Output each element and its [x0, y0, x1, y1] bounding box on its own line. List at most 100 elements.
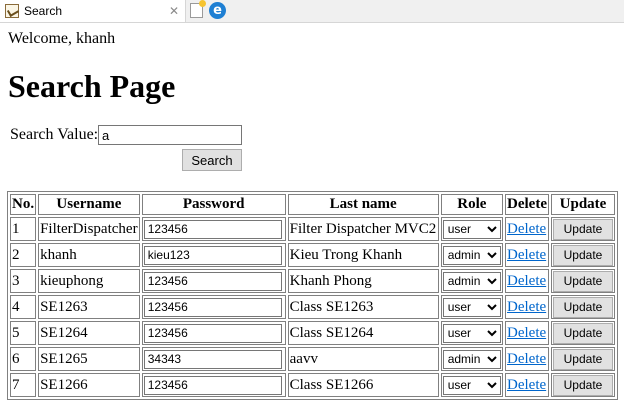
cell-delete: Delete	[505, 243, 549, 267]
cell-role: user	[440, 373, 504, 397]
header-username: Username	[38, 194, 140, 215]
search-value-input[interactable]	[98, 125, 242, 145]
cell-role: user	[440, 321, 504, 345]
close-tab-icon[interactable]: ✕	[167, 4, 181, 18]
cell-lastname: Class SE1263	[287, 295, 439, 319]
cell-lastname: Filter Dispatcher MVC2	[287, 217, 439, 241]
cell-username: kieuphong	[38, 269, 140, 293]
cell-password	[141, 347, 286, 371]
delete-link[interactable]: Delete	[507, 247, 546, 263]
cell-role: admin	[440, 347, 504, 371]
password-input[interactable]	[143, 297, 282, 317]
cell-no: 4	[10, 295, 37, 319]
header-lastname: Last name	[287, 194, 439, 215]
cell-no: 1	[10, 217, 37, 241]
cell-lastname: Class SE1264	[287, 321, 439, 345]
delete-link[interactable]: Delete	[507, 299, 546, 315]
cell-delete: Delete	[505, 269, 549, 293]
cell-username: SE1264	[38, 321, 140, 345]
delete-link[interactable]: Delete	[507, 273, 546, 289]
cell-no: 5	[10, 321, 37, 345]
cell-role: user	[440, 295, 504, 319]
password-input[interactable]	[143, 323, 282, 343]
header-no: No.	[10, 194, 37, 215]
cell-no: 2	[10, 243, 37, 267]
password-input[interactable]	[143, 245, 282, 265]
update-button[interactable]: Update	[552, 374, 613, 396]
cell-no: 7	[10, 373, 37, 397]
cell-username: khanh	[38, 243, 140, 267]
cell-delete: Delete	[505, 295, 549, 319]
delete-link[interactable]: Delete	[507, 325, 546, 341]
cell-role: admin	[440, 243, 504, 267]
cell-update: Update	[550, 295, 615, 319]
new-tab-icon[interactable]	[190, 0, 206, 18]
cell-delete: Delete	[505, 373, 549, 397]
role-select[interactable]: admin	[442, 271, 501, 291]
header-delete: Delete	[505, 194, 549, 215]
cell-update: Update	[550, 321, 615, 345]
role-select[interactable]: admin	[442, 245, 501, 265]
cell-username: SE1263	[38, 295, 140, 319]
cell-delete: Delete	[505, 347, 549, 371]
delete-link[interactable]: Delete	[507, 221, 546, 237]
cell-password	[141, 321, 286, 345]
role-select[interactable]: user	[442, 297, 501, 317]
delete-link[interactable]: Delete	[507, 351, 546, 367]
table-row: 7 SE1266 Class SE1266 user Delete Update	[10, 373, 615, 397]
cell-username: SE1265	[38, 347, 140, 371]
header-password: Password	[141, 194, 286, 215]
cell-delete: Delete	[505, 321, 549, 345]
search-button[interactable]: Search	[182, 149, 242, 171]
role-select[interactable]: admin	[442, 349, 501, 369]
update-button[interactable]: Update	[552, 296, 613, 318]
cell-update: Update	[550, 347, 615, 371]
cell-update: Update	[550, 373, 615, 397]
cell-username: SE1266	[38, 373, 140, 397]
update-button[interactable]: Update	[552, 348, 613, 370]
table-header-row: No. Username Password Last name Role Del…	[10, 194, 615, 215]
welcome-message: Welcome, khanh	[8, 30, 116, 47]
cell-no: 6	[10, 347, 37, 371]
table-row: 4 SE1263 Class SE1263 user Delete Update	[10, 295, 615, 319]
tab-title: Search	[24, 4, 63, 18]
browser-tab-search[interactable]: Search ✕	[0, 0, 186, 22]
update-button[interactable]: Update	[552, 322, 613, 344]
header-role: Role	[440, 194, 504, 215]
cell-password	[141, 295, 286, 319]
search-value-label: Search Value:	[10, 126, 99, 143]
cell-lastname: Kieu Trong Khanh	[287, 243, 439, 267]
role-select[interactable]: user	[442, 219, 501, 239]
cell-no: 3	[10, 269, 37, 293]
users-table: No. Username Password Last name Role Del…	[7, 191, 618, 400]
header-update: Update	[550, 194, 615, 215]
cell-password	[141, 243, 286, 267]
browser-tab-bar: Search ✕ e	[0, 0, 624, 23]
cell-password	[141, 269, 286, 293]
password-input[interactable]	[143, 271, 282, 291]
password-input[interactable]	[143, 349, 282, 369]
cell-password	[141, 217, 286, 241]
cell-role: admin	[440, 269, 504, 293]
table-row: 2 khanh Kieu Trong Khanh admin Delete Up…	[10, 243, 615, 267]
cell-lastname: Khanh Phong	[287, 269, 439, 293]
password-input[interactable]	[143, 375, 282, 395]
cell-update: Update	[550, 243, 615, 267]
update-button[interactable]: Update	[552, 244, 613, 266]
update-button[interactable]: Update	[552, 270, 613, 292]
table-row: 5 SE1264 Class SE1264 user Delete Update	[10, 321, 615, 345]
cell-update: Update	[550, 217, 615, 241]
role-select[interactable]: user	[442, 323, 501, 343]
table-row: 6 SE1265 aavv admin Delete Update	[10, 347, 615, 371]
update-button[interactable]: Update	[552, 218, 613, 240]
cell-delete: Delete	[505, 217, 549, 241]
role-select[interactable]: user	[442, 375, 501, 395]
delete-link[interactable]: Delete	[507, 377, 546, 393]
internet-explorer-icon[interactable]: e	[209, 2, 226, 19]
cell-lastname: aavv	[287, 347, 439, 371]
table-row: 1 FilterDispatcher Filter Dispatcher MVC…	[10, 217, 615, 241]
table-row: 3 kieuphong Khanh Phong admin Delete Upd…	[10, 269, 615, 293]
cell-update: Update	[550, 269, 615, 293]
cell-lastname: Class SE1266	[287, 373, 439, 397]
password-input[interactable]	[143, 219, 282, 239]
